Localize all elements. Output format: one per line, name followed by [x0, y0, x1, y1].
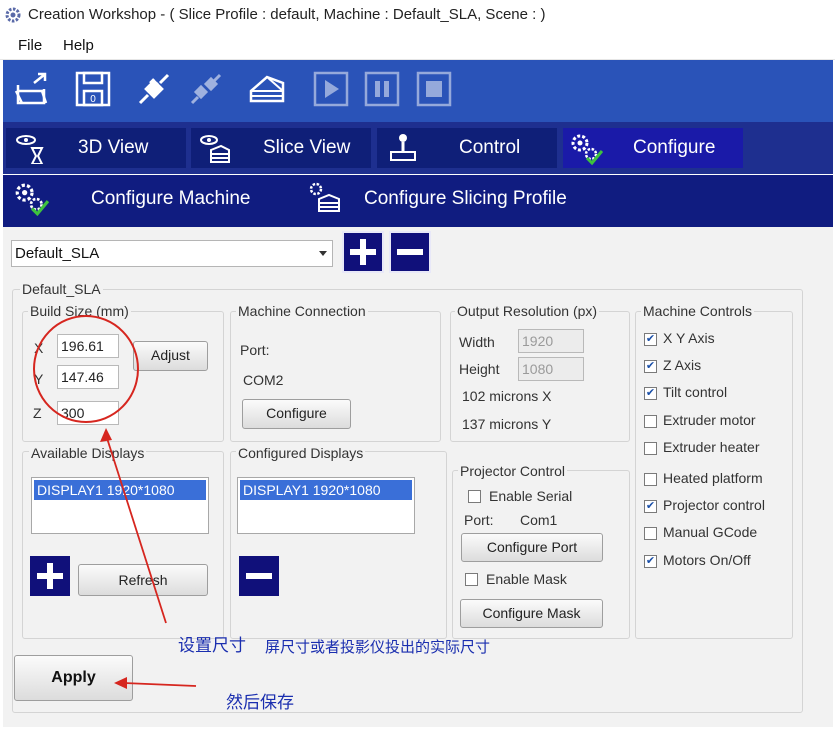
- annotation-screen-size: 屏尺寸或者投影仪投出的实际尺寸: [265, 639, 491, 656]
- arrow-head: [114, 677, 127, 689]
- arrow-line: [105, 434, 167, 624]
- annotation-then-save: 然后保存: [226, 693, 294, 712]
- annotation-set-size: 设置尺寸: [178, 636, 246, 655]
- annotation-overlay: [33, 315, 197, 689]
- arrow-line: [123, 682, 197, 687]
- arrow-head: [100, 428, 112, 442]
- red-circle: [33, 315, 139, 423]
